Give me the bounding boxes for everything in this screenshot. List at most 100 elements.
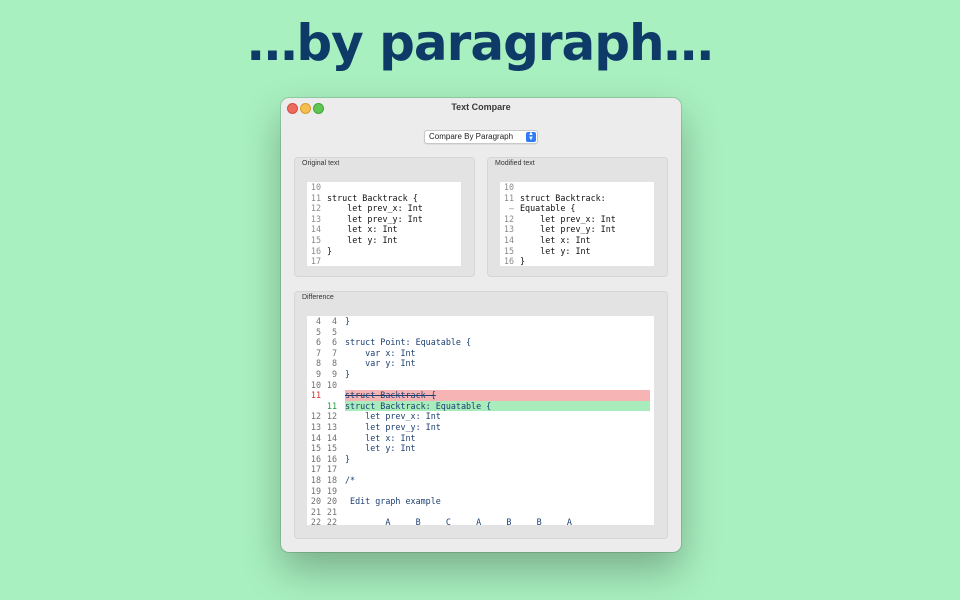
line-number: –	[508, 203, 514, 214]
modified-line-number: 8	[331, 358, 337, 369]
line-text: struct Point: Equatable {	[345, 337, 472, 348]
line-text: let y: Int	[327, 234, 398, 245]
code-line: 16}	[307, 246, 461, 257]
line-text: let x: Int	[520, 234, 591, 245]
diff-line: 4 4}	[307, 316, 654, 327]
original-line-number: 11	[310, 390, 321, 401]
line-text: }	[327, 245, 333, 256]
diff-line: 20 20 Edit graph example	[307, 496, 654, 507]
line-text: let y: Int	[345, 443, 416, 454]
line-number: 16	[503, 256, 514, 266]
text-compare-window: Text Compare Compare By Paragraph ▲ ▼ Ori…	[281, 98, 681, 552]
modified-line-number: 21	[326, 506, 337, 517]
code-line: 15 let y: Int	[500, 246, 654, 257]
modified-line-number: 20	[326, 496, 337, 507]
original-line-number: 4	[315, 316, 321, 326]
modified-line-number: 22	[326, 517, 337, 525]
original-line-number: 21	[310, 506, 321, 517]
line-number: 15	[503, 245, 514, 256]
line-text: let prev_y: Int	[520, 224, 616, 235]
headline: …by paragraph…	[247, 14, 713, 72]
original-line-number: 9	[315, 368, 321, 379]
difference-view[interactable]: 4 4} 5 5 6 6 struct Point: Equatable {7 7 var x…	[307, 316, 654, 525]
line-text: let prev_x: Int	[345, 411, 441, 422]
code-line: 14 let x: Int	[307, 224, 461, 235]
line-text: struct Backtrack: Equatable {	[345, 400, 492, 411]
code-line: 11 struct Backtrack {	[307, 193, 461, 204]
diff-line: 15 15 let y: Int	[307, 443, 654, 454]
code-line: 15 let y: Int	[307, 235, 461, 246]
line-number: 11	[310, 192, 321, 203]
diff-line: 77 var x: Int	[307, 348, 654, 359]
line-text: var y: Int	[345, 358, 416, 369]
original-text-label: Original text	[302, 160, 340, 167]
line-text: var x: Int	[345, 347, 416, 358]
modified-line-number: 14	[326, 432, 337, 443]
line-text: Equatable {	[520, 203, 576, 214]
original-line-number: 13	[310, 421, 321, 432]
code-line: 12 let prev_x: Int	[500, 214, 654, 225]
code-line: 16}	[500, 256, 654, 266]
code-line: 13 let prev_y: Int	[500, 224, 654, 235]
line-text: let prev_x: Int	[327, 203, 423, 214]
code-line: 11 struct Backtrack:	[500, 193, 654, 204]
modified-line-number: 19	[326, 485, 337, 496]
diff-line: 9 9}	[307, 369, 654, 380]
line-text: let y: Int	[520, 245, 591, 256]
window-title: Text Compare	[451, 102, 511, 112]
diff-line: 12 12 let prev_x: Int	[307, 411, 654, 422]
code-line: 12 let prev_x: Int	[307, 203, 461, 214]
original-line-number: 10	[310, 379, 321, 390]
title-bar[interactable]: Text Compare	[281, 98, 681, 120]
compare-mode-value: Compare By Paragraph	[429, 132, 514, 141]
line-text: let prev_x: Int	[520, 213, 616, 224]
line-text: }	[520, 256, 526, 266]
line-text: }	[345, 453, 351, 464]
modified-line-number: 4	[331, 316, 337, 326]
modified-line-number: 7	[331, 347, 337, 358]
line-number: 16	[310, 245, 321, 256]
compare-mode-popup[interactable]: Compare By Paragraph ▲ ▼	[424, 130, 538, 144]
line-number: 14	[503, 234, 514, 245]
line-number: 13	[503, 224, 514, 235]
line-text: struct Backtrack:	[520, 192, 606, 203]
original-line-number: 22	[310, 517, 321, 525]
line-number: 17	[310, 256, 321, 266]
original-text-editor[interactable]: 10 11 struct Backtrack {12 let prev_x: Int…	[307, 182, 461, 266]
added-line: 11 struct Backtrack: Equatable {	[307, 400, 654, 412]
code-line: 10	[307, 182, 461, 193]
line-number: 12	[310, 203, 321, 214]
original-line-number: 19	[310, 485, 321, 496]
line-number: 10	[503, 182, 514, 192]
modified-line-number: 6	[331, 337, 337, 348]
line-text: }	[345, 368, 351, 379]
line-number: 13	[310, 213, 321, 224]
diff-line: 21 21	[307, 507, 654, 518]
diff-line: 10 10	[307, 380, 654, 391]
line-text: let prev_y: Int	[345, 421, 441, 432]
original-line-number: 20	[310, 496, 321, 507]
modified-line-number: 16	[326, 453, 337, 464]
line-text: let x: Int	[327, 224, 398, 235]
line-number: 11	[503, 192, 514, 203]
original-line-number: 6	[315, 337, 321, 348]
code-line: 17	[307, 256, 461, 266]
modified-line-number: 12	[326, 411, 337, 422]
deleted-line: 11 struct Backtrack {	[307, 390, 654, 401]
diff-line: 17 17	[307, 464, 654, 475]
diff-line: 22 22 A B C A B B A	[307, 517, 654, 525]
line-number: 12	[503, 213, 514, 224]
diff-line: 13 13 let prev_y: Int	[307, 422, 654, 433]
original-line-number: 17	[310, 464, 321, 475]
code-line: – Equatable {	[500, 203, 654, 214]
line-number: 15	[310, 234, 321, 245]
diff-line: 14 14 let x: Int	[307, 433, 654, 444]
code-line: 13 let prev_y: Int	[307, 214, 461, 225]
modified-line-number: 10	[326, 379, 337, 390]
modified-line-number: 18	[326, 474, 337, 485]
modified-line-number: 11	[326, 400, 337, 411]
line-text: let x: Int	[345, 432, 416, 443]
line-text: A B C A B B A	[345, 517, 572, 525]
modified-text-editor[interactable]: 10 11 struct Backtrack: – Equatable {12 let …	[500, 182, 654, 266]
line-text: Edit graph example	[345, 496, 441, 507]
